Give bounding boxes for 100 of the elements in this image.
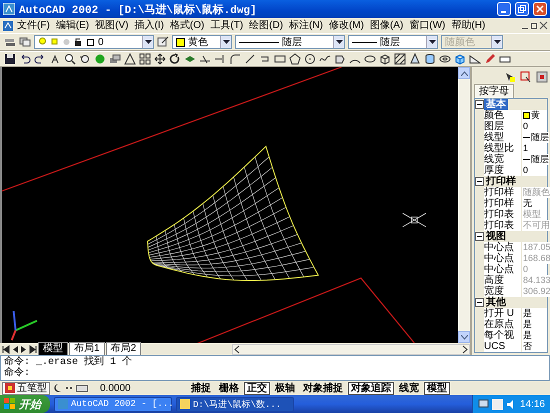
status-toggle[interactable]: 捕捉 [188,382,214,394]
lightbulb-icon[interactable] [38,37,47,47]
status-toggle[interactable]: 对象捕捉 [300,382,346,394]
restore-button[interactable] [515,2,529,16]
collapse-icon[interactable] [475,177,484,186]
ime-icon[interactable] [5,383,15,393]
menu-item[interactable]: 文件(F) [14,18,53,32]
start-button[interactable]: 开始 [0,395,50,413]
property-value[interactable]: 1 [522,143,547,154]
trim-icon[interactable] [199,53,211,65]
move-icon[interactable] [154,53,166,65]
property-value[interactable]: 是 [522,330,547,341]
keyboard-icon[interactable] [76,383,88,393]
menu-item[interactable]: 插入(I) [131,18,167,32]
rectangle-icon[interactable] [274,53,286,65]
property-value[interactable]: 随层 [522,132,549,143]
menu-item[interactable]: 标注(N) [286,18,326,32]
ime-indicator[interactable]: 五笔型 [2,382,50,394]
property-value[interactable]: 黄 [522,110,547,121]
last-tab-icon[interactable] [29,344,37,354]
properties-tab[interactable]: 按字母 [474,84,514,98]
menu-item[interactable]: 修改(M) [326,18,367,32]
collapse-icon[interactable] [475,100,484,109]
cube-icon[interactable] [454,53,466,65]
layer-dropdown[interactable]: 0 [34,35,154,49]
region-icon[interactable] [334,53,346,65]
lineweight-dropdown[interactable]: 随层 [348,35,438,49]
collapse-icon[interactable] [475,232,484,241]
status-toggle[interactable]: 栅格 [216,382,242,394]
menu-item[interactable]: 编辑(E) [52,18,92,32]
caret-icon[interactable] [144,40,152,44]
wedge-icon[interactable] [469,53,481,65]
lock-icon[interactable] [74,37,83,47]
taskbar-button[interactable]: D:\马进\鼠标\数... [176,396,294,412]
dropdown-button[interactable] [333,36,344,48]
layout-tab[interactable]: 布局1 [69,342,105,356]
dropdown-button[interactable] [426,36,437,48]
status-toggle[interactable]: 对象追踪 [348,382,394,394]
collapse-icon[interactable] [475,298,484,307]
save-icon[interactable] [4,53,16,65]
triangle-icon[interactable] [124,53,136,65]
quick-select-icon[interactable] [520,70,532,82]
close-button[interactable] [533,2,547,16]
color-dropdown[interactable]: 黄色 [172,35,232,49]
redo-icon[interactable] [34,53,46,65]
layout-tab[interactable]: 布局2 [106,342,142,356]
circle-icon[interactable] [304,53,316,65]
vertical-scrollbar[interactable] [458,67,470,343]
rotate-icon[interactable] [169,53,181,65]
dropdown-button[interactable] [142,36,153,48]
property-value[interactable]: 0 [522,121,547,132]
menu-item[interactable]: 帮助(H) [448,18,488,32]
ellipse-icon[interactable] [364,53,376,65]
next-tab-icon[interactable] [20,344,28,354]
property-value[interactable]: 否 [522,341,547,352]
document-icon[interactable] [2,20,14,32]
property-value[interactable]: 无 [522,198,547,209]
cone-icon[interactable] [409,53,421,65]
scroll-down-button[interactable] [458,331,470,343]
undo-icon[interactable] [19,53,31,65]
caret-icon[interactable] [222,40,230,44]
pencil-icon[interactable] [484,53,496,65]
cylinder-icon[interactable] [424,53,436,65]
taskbar-button[interactable]: AutoCAD 2002 - [... [54,396,172,412]
horizontal-scrollbar[interactable] [232,344,470,354]
menu-item[interactable]: 视图(V) [92,18,132,32]
menu-item[interactable]: 格式(O) [166,18,208,32]
status-toggle[interactable]: 正交 [244,382,270,394]
polygon-icon[interactable] [289,53,301,65]
menu-item[interactable]: 窗口(W) [406,18,448,32]
fillet-icon[interactable] [229,53,241,65]
first-tab-icon[interactable] [2,344,10,354]
box-icon[interactable] [379,53,391,65]
minimize-button[interactable] [497,2,511,16]
zoom-previous-icon[interactable] [79,53,91,65]
status-toggle[interactable]: 模型 [424,382,450,394]
toggle-pickadd-icon[interactable] [536,70,548,82]
layout-tab[interactable]: 模型 [38,342,68,356]
dropdown-button[interactable] [220,36,231,48]
color-swatch-icon[interactable] [86,37,95,47]
caret-icon[interactable] [428,40,436,44]
hatch-icon[interactable] [394,53,406,65]
grid-icon[interactable] [139,53,151,65]
property-value[interactable]: 是 [522,319,547,330]
linetype-dropdown[interactable]: 随层 [235,35,345,49]
property-value[interactable]: 是 [522,308,547,319]
surface-icon[interactable] [184,53,196,65]
menu-item[interactable]: 图像(A) [366,18,406,32]
menu-item[interactable]: 绘图(D) [246,18,286,32]
previous-tab-icon[interactable] [11,344,19,354]
moon-icon[interactable] [52,383,62,393]
zoom-icon[interactable] [64,53,76,65]
category-header[interactable]: 基本 [484,99,508,110]
close-icon[interactable] [539,21,548,30]
torus-icon[interactable] [439,53,451,65]
scroll-up-button[interactable] [458,67,470,79]
property-value[interactable]: 随层 [522,154,549,165]
extend-icon[interactable] [214,53,226,65]
command-window[interactable]: 命令: _.erase 找到 1 个 命令: [0,355,550,381]
caret-icon[interactable] [336,40,342,44]
